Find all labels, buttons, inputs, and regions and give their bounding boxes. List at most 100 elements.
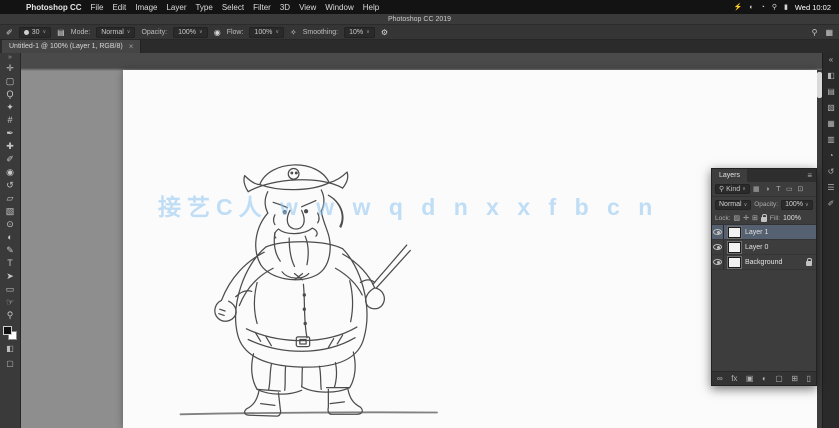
blend-mode-dropdown[interactable]: Normal ∨ [96, 27, 135, 38]
visibility-toggle[interactable] [712, 255, 724, 269]
airbrush-icon[interactable]: ✧ [290, 28, 297, 37]
tool-marquee[interactable]: ▢ [1, 75, 20, 88]
foreground-color-swatch[interactable] [3, 326, 12, 335]
layer-row-background[interactable]: Background [712, 255, 816, 270]
menu-image[interactable]: Image [135, 3, 157, 12]
filter-type-layers-icon[interactable]: T [774, 186, 783, 193]
layer-thumbnail[interactable] [728, 227, 741, 238]
menu-layer[interactable]: Layer [166, 3, 186, 12]
tool-path-selection[interactable]: ➤ [1, 270, 20, 283]
smoothing-options-gear-icon[interactable]: ⚙ [381, 28, 388, 37]
tool-pen[interactable]: ✎ [1, 244, 20, 257]
tool-zoom[interactable]: ⚲ [1, 309, 20, 322]
layer-row-layer-1[interactable]: Layer 1 [712, 225, 816, 240]
layer-blend-mode-select[interactable]: Normal ∨ [715, 200, 751, 210]
visibility-toggle[interactable] [712, 225, 724, 239]
opacity-dropdown[interactable]: 100% ∨ [173, 27, 208, 38]
libraries-panel-icon[interactable]: ▥ [824, 135, 839, 145]
filter-shape-layers-icon[interactable]: ▭ [785, 185, 794, 193]
tool-move[interactable]: ✛ [1, 62, 20, 75]
fill-value[interactable]: 100% [783, 215, 801, 222]
lock-all-icon[interactable] [761, 217, 767, 222]
tool-dodge[interactable]: ◐ [1, 231, 20, 244]
tool-eyedropper[interactable]: ✒ [1, 127, 20, 140]
document-tab[interactable]: Untitled-1 @ 100% (Layer 1, RGB/8) × [2, 40, 141, 53]
patterns-panel-icon[interactable]: ▦ [824, 119, 839, 129]
display-icon[interactable]: ◐ [749, 4, 753, 11]
history-panel-icon[interactable]: ↺ [824, 167, 839, 177]
tool-options-bar: ✐ 30 ∨ ▤ Mode: Normal ∨ Opacity: 100% ∨ … [0, 25, 839, 40]
tool-crop[interactable]: # [1, 114, 20, 127]
menu-view[interactable]: View [299, 3, 316, 12]
filter-smart-objects-icon[interactable]: ⊡ [796, 185, 805, 193]
layer-row-layer-0[interactable]: Layer 0 [712, 240, 816, 255]
gradients-panel-icon[interactable]: ▧ [824, 103, 839, 113]
layer-thumbnail[interactable] [728, 257, 741, 268]
visibility-toggle[interactable] [712, 240, 724, 254]
menu-3d[interactable]: 3D [280, 3, 290, 12]
brush-settings-icon[interactable]: ▤ [57, 28, 65, 37]
active-tool-icon[interactable]: ✐ [6, 28, 13, 37]
color-panel-icon[interactable]: ◧ [824, 71, 839, 81]
brush-preset-picker[interactable]: 30 ∨ [19, 27, 51, 38]
tool-hand[interactable]: ☞ [1, 296, 20, 309]
tool-eraser[interactable]: ▱ [1, 192, 20, 205]
filter-kind-dropdown[interactable]: ⚲ Kind ∨ [715, 184, 750, 194]
new-layer-icon[interactable]: ⊞ [791, 374, 798, 383]
keyboard-brightness-icon[interactable]: ⚡ [734, 3, 743, 11]
close-tab-icon[interactable]: × [129, 42, 134, 51]
delete-layer-icon[interactable]: ▯ [807, 374, 811, 383]
tool-shape[interactable]: ▭ [1, 283, 20, 296]
collapse-panels-icon[interactable]: « [824, 55, 839, 65]
layer-opacity-select[interactable]: 100% ∨ [781, 200, 813, 210]
tool-gradient[interactable]: ▧ [1, 205, 20, 218]
lock-position-icon[interactable]: ✛ [743, 214, 749, 222]
screen-mode-icon[interactable]: ▢ [1, 358, 20, 370]
tab-layers[interactable]: Layers [712, 169, 747, 182]
wifi-icon[interactable]: ◔ [761, 4, 765, 11]
filter-pixel-layers-icon[interactable]: ▦ [752, 185, 761, 193]
menubar-clock[interactable]: Wed 10:02 [795, 3, 831, 12]
panel-menu-icon[interactable]: ≡ [803, 171, 816, 180]
toolbar-collapse-icon[interactable]: » [8, 54, 12, 62]
flow-dropdown[interactable]: 100% ∨ [249, 27, 284, 38]
menu-type[interactable]: Type [195, 3, 212, 12]
search-icon[interactable]: ⚲ [812, 28, 818, 37]
layer-group-icon[interactable]: ▢ [775, 374, 783, 383]
tool-blur[interactable]: ⊙ [1, 218, 20, 231]
menu-select[interactable]: Select [222, 3, 244, 12]
quick-mask-icon[interactable]: ◧ [1, 343, 20, 355]
adjustment-layer-icon[interactable]: ◐ [762, 374, 767, 383]
menu-file[interactable]: File [91, 3, 104, 12]
menu-app-name[interactable]: Photoshop CC [26, 3, 82, 12]
menu-filter[interactable]: Filter [253, 3, 271, 12]
tool-history-brush[interactable]: ↺ [1, 179, 20, 192]
tool-type[interactable]: T [1, 257, 20, 270]
smoothing-dropdown[interactable]: 10% ∨ [344, 27, 375, 38]
battery-icon[interactable]: ▮ [784, 3, 788, 11]
menu-edit[interactable]: Edit [112, 3, 126, 12]
layer-mask-icon[interactable]: ▣ [746, 374, 754, 383]
spotlight-icon[interactable]: ⚲ [772, 3, 777, 11]
tool-clone-stamp[interactable]: ◉ [1, 166, 20, 179]
layer-thumbnail[interactable] [728, 242, 741, 253]
pirate-sketch-drawing [150, 140, 480, 425]
lock-transparent-icon[interactable]: ▨ [734, 214, 741, 222]
link-layers-icon[interactable]: ∞ [717, 374, 723, 383]
tool-brush[interactable]: ✐ [1, 153, 20, 166]
adjustments-panel-icon[interactable]: ◔ [824, 151, 839, 161]
properties-panel-icon[interactable]: ☰ [824, 183, 839, 193]
menu-help[interactable]: Help [363, 3, 379, 12]
layer-style-icon[interactable]: fx [731, 374, 737, 383]
workspace-switcher-icon[interactable]: ▦ [825, 28, 833, 37]
color-swatches-widget[interactable] [3, 326, 17, 340]
pressure-opacity-icon[interactable]: ◉ [214, 28, 221, 37]
filter-adjustment-layers-icon[interactable]: ◑ [763, 186, 772, 193]
tool-healing-brush[interactable]: ✚ [1, 140, 20, 153]
brushes-panel-icon[interactable]: ✐ [824, 199, 839, 209]
tool-quick-selection[interactable]: ✦ [1, 101, 20, 114]
menu-window[interactable]: Window [325, 3, 353, 12]
lock-artboard-icon[interactable]: ⊞ [752, 214, 758, 222]
swatches-panel-icon[interactable]: ▤ [824, 87, 839, 97]
tool-lasso[interactable]: Ϙ [1, 88, 20, 101]
